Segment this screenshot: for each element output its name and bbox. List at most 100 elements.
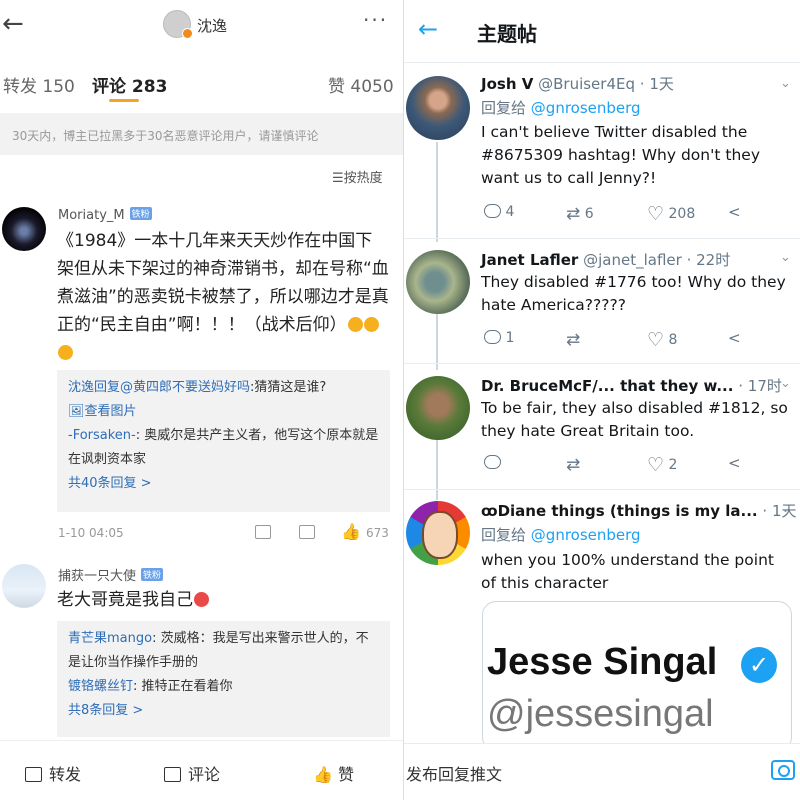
laughing-emoji-icon [347, 317, 363, 332]
share-icon: < [728, 203, 741, 221]
reply-to-handle[interactable]: @gnrosenberg [531, 99, 641, 117]
view-image-link[interactable]: 🖼查看图片 [68, 400, 380, 424]
comment-icon [164, 767, 181, 782]
display-name[interactable]: Dr. BruceMcF/... that they w... [481, 377, 733, 395]
retweet-icon: ⇄ [566, 455, 581, 475]
more-options-icon[interactable]: ··· [363, 8, 388, 32]
replying-to: 回复给 @gnrosenberg [481, 97, 641, 118]
chevron-down-icon[interactable]: ⌄ [780, 250, 791, 265]
reply-action[interactable]: 1 [484, 330, 514, 346]
like-action[interactable]: ♡ 2 [647, 454, 677, 476]
tweet-divider [404, 489, 800, 490]
reply-user[interactable]: 沈逸回复@黄四郎不要送妈好吗 [68, 380, 250, 395]
reply-preview-box[interactable]: 沈逸回复@黄四郎不要送妈好吗:猜猜这是谁? 🖼查看图片 -Forsaken-: … [57, 370, 390, 512]
thread-line [436, 440, 438, 500]
reply-line[interactable]: 沈逸回复@黄四郎不要送妈好吗:猜猜这是谁? [68, 376, 380, 400]
weibo-panel: ← 沈逸 ··· 转发 150 评论 283 赞 4050 30天内，博主已拉黑… [0, 0, 403, 800]
laughing-emoji-icon [58, 345, 73, 360]
reply-user[interactable]: -Forsaken- [68, 428, 136, 443]
like-button[interactable]: 👍 赞 [313, 761, 354, 785]
chevron-down-icon[interactable]: ⌄ [780, 76, 791, 91]
commenter-name[interactable]: Moriaty_M 铁粉 [58, 207, 152, 223]
active-tab-indicator [109, 99, 139, 102]
chevron-down-icon[interactable]: ⌄ [780, 501, 791, 516]
like-count: 2 [668, 457, 678, 473]
reply-line[interactable]: 镀铬螺丝钉: 推特正在看着你 [68, 675, 380, 699]
display-name[interactable]: Janet Lafler [481, 251, 578, 269]
repost-button[interactable]: 转发 [25, 761, 81, 785]
reply-preview-box[interactable]: 青芒果mango: 茨威格：我是写出来警示世人的，不是让你当作操作手册的 镀铬螺… [57, 621, 390, 737]
tweet-divider [404, 238, 800, 239]
comment-button[interactable]: 评论 [164, 761, 220, 785]
chevron-down-icon[interactable]: ⌄ [780, 376, 791, 391]
user-avatar[interactable] [406, 250, 470, 314]
tweet-time: · 17时 [738, 377, 782, 395]
reply-text: : 推特正在看着你 [133, 679, 233, 694]
quoted-name: Jesse Singal [487, 641, 718, 683]
user-handle[interactable]: @Bruiser4Eq [538, 75, 635, 93]
retweet-count: 6 [584, 206, 594, 222]
user-avatar[interactable] [406, 376, 470, 440]
tab-likes[interactable]: 赞 4050 [328, 72, 394, 97]
sort-by-hot-button[interactable]: ☰按热度 [332, 167, 383, 186]
reply-icon [484, 455, 501, 469]
share-action[interactable]: < [728, 454, 741, 472]
reply-user[interactable]: 镀铬螺丝钉 [68, 679, 133, 694]
share-icon[interactable] [255, 525, 271, 539]
share-action[interactable]: < [728, 203, 741, 221]
user-avatar[interactable] [406, 76, 470, 140]
reply-action[interactable]: 4 [484, 204, 514, 220]
user-handle[interactable]: @janet_lafler [583, 251, 682, 269]
commenter-name[interactable]: 捕获一只大使 铁粉 [58, 565, 164, 584]
reply-text: :猜猜这是谁? [250, 380, 327, 395]
retweet-action[interactable]: ⇄ 6 [566, 204, 594, 224]
like-action[interactable]: ♡ 8 [647, 329, 677, 351]
thumbs-up-icon: 👍 [313, 765, 339, 784]
reply-action[interactable] [484, 455, 501, 471]
header-divider [404, 62, 800, 63]
author-avatar[interactable] [163, 10, 193, 39]
tweet-header[interactable]: Dr. BruceMcF/... that they w... · 17时 [481, 375, 782, 396]
reply-line[interactable]: -Forsaken-: 奥威尔是共产主义者，他写这个原本就是在讽刺资本家 [68, 424, 380, 472]
like-action[interactable]: ♡ 208 [647, 203, 695, 225]
comment-icon[interactable] [299, 525, 315, 539]
tab-repost[interactable]: 转发 150 [3, 72, 75, 97]
tweet-header[interactable]: ꝏDiane things (things is my la... · 1天 [481, 500, 797, 521]
tweet-divider [404, 363, 800, 364]
user-avatar[interactable] [406, 501, 470, 565]
heart-icon: ♡ [647, 203, 665, 225]
commenter-avatar[interactable] [2, 564, 46, 608]
reply-user[interactable]: 青芒果mango [68, 631, 152, 646]
author-name[interactable]: 沈逸 [197, 15, 227, 36]
like-icon[interactable]: 👍 [341, 522, 361, 541]
back-arrow-icon[interactable]: ← [2, 9, 24, 39]
tweet-text: They disabled #1776 too! Why do they hat… [481, 273, 786, 314]
display-name[interactable]: Josh V [481, 75, 533, 93]
tweet-text: To be fair, they also disabled #1812, so… [481, 399, 788, 440]
more-replies-link[interactable]: 共40条回复 > [68, 472, 380, 496]
compose-reply-input[interactable]: 发布回复推文 [406, 761, 502, 785]
share-action[interactable]: < [728, 329, 741, 347]
commenter-username[interactable]: Moriaty_M [58, 208, 125, 223]
retweet-action[interactable]: ⇄ [566, 455, 580, 475]
camera-icon[interactable] [771, 760, 795, 780]
fan-badge: 铁粉 [129, 207, 152, 220]
reply-to-handle[interactable]: @gnrosenberg [531, 526, 641, 544]
back-arrow-icon[interactable]: ← [418, 15, 438, 43]
display-name[interactable]: ꝏDiane things (things is my la... [481, 502, 758, 520]
retweet-action[interactable]: ⇄ [566, 330, 580, 350]
tweet-header[interactable]: Josh V @Bruiser4Eq · 1天 [481, 73, 674, 94]
commenter-username[interactable]: 捕获一只大使 [58, 569, 136, 584]
tab-comments[interactable]: 评论 283 [92, 72, 167, 97]
reply-line[interactable]: 青芒果mango: 茨威格：我是写出来警示世人的，不是让你当作操作手册的 [68, 627, 380, 675]
reply-icon [484, 330, 501, 344]
heart-icon: ♡ [647, 329, 665, 351]
tweet-header[interactable]: Janet Lafler @janet_lafler · 22时 [481, 249, 730, 270]
fan-badge: 铁粉 [141, 568, 164, 581]
comment-text: 老大哥竟是我自己 [57, 586, 389, 614]
laughing-emoji-icon [363, 317, 379, 332]
reply-prefix: 回复给 [481, 526, 527, 544]
reply-prefix: 回复给 [481, 99, 527, 117]
more-replies-link[interactable]: 共8条回复 > [68, 699, 380, 723]
commenter-avatar[interactable] [2, 207, 46, 251]
